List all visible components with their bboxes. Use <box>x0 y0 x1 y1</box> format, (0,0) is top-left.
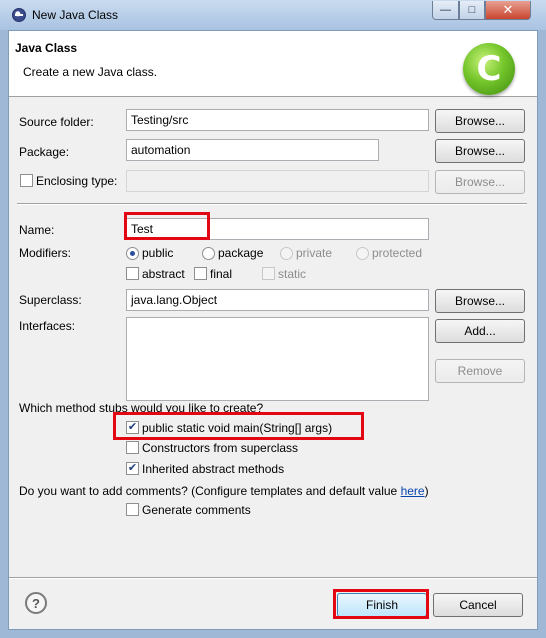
source-folder-label: Source folder: <box>19 115 94 129</box>
wizard-header: Java Class Create a new Java class. C <box>9 31 537 97</box>
modifiers-label: Modifiers: <box>19 246 72 260</box>
enclosing-type-label: Enclosing type: <box>36 174 118 188</box>
add-interface-button[interactable]: Add... <box>435 319 525 343</box>
enclosing-type-browse-button[interactable]: Browse... <box>435 170 525 194</box>
java-class-icon: C <box>463 43 515 95</box>
close-icon: ✕ <box>502 2 514 17</box>
constructors-label: Constructors from superclass <box>142 441 299 455</box>
protected-label: protected <box>372 246 423 260</box>
maximize-button[interactable]: □ <box>459 1 485 20</box>
abstract-label: abstract <box>142 267 185 281</box>
enclosing-type-checkbox[interactable] <box>20 174 33 187</box>
highlight-box-main <box>113 412 364 440</box>
final-label: final <box>210 267 233 281</box>
eclipse-icon <box>12 8 26 22</box>
separator <box>17 203 527 205</box>
interfaces-list[interactable] <box>126 317 429 401</box>
package-field[interactable]: automation <box>126 139 379 161</box>
highlight-box-name <box>124 212 210 240</box>
window-title: New Java Class <box>32 8 119 22</box>
package-browse-button[interactable]: Browse... <box>435 139 525 163</box>
package-radio[interactable] <box>202 247 215 260</box>
maximize-icon: □ <box>468 4 476 16</box>
superclass-field[interactable]: java.lang.Object <box>126 289 429 311</box>
cancel-button[interactable]: Cancel <box>433 593 523 617</box>
close-button[interactable]: ✕ <box>485 1 531 20</box>
help-icon[interactable]: ? <box>25 592 47 614</box>
generate-comments-checkbox[interactable] <box>126 503 139 516</box>
name-label: Name: <box>19 223 55 237</box>
final-checkbox[interactable] <box>194 267 207 280</box>
minimize-button[interactable]: — <box>432 1 459 20</box>
abstract-checkbox[interactable] <box>126 267 139 280</box>
comments-question: Do you want to add comments? (Configure … <box>19 484 429 498</box>
minimize-icon: — <box>440 4 451 16</box>
title-bar[interactable]: New Java Class — □ ✕ <box>0 0 546 30</box>
superclass-browse-button[interactable]: Browse... <box>435 289 525 313</box>
page-title: Java Class <box>15 41 78 55</box>
package-modifier-label: package <box>218 246 264 260</box>
superclass-label: Superclass: <box>19 293 82 307</box>
inherited-methods-label: Inherited abstract methods <box>142 462 285 476</box>
protected-radio[interactable] <box>356 247 369 260</box>
source-folder-field[interactable]: Testing/src <box>126 109 429 131</box>
static-label: static <box>278 267 307 281</box>
comments-question-text: Do you want to add comments? (Configure … <box>19 484 401 498</box>
highlight-box-finish <box>333 589 429 619</box>
interfaces-label: Interfaces: <box>19 319 76 333</box>
constructors-checkbox[interactable] <box>126 441 139 454</box>
configure-templates-link[interactable]: here <box>401 484 425 498</box>
inherited-methods-checkbox[interactable]: ✔ <box>126 462 139 475</box>
package-label: Package: <box>19 145 70 159</box>
source-folder-browse-button[interactable]: Browse... <box>435 109 525 133</box>
private-radio[interactable] <box>280 247 293 260</box>
generate-comments-label: Generate comments <box>142 503 251 517</box>
public-label: public <box>142 246 174 260</box>
footer-separator <box>9 577 537 579</box>
private-label: private <box>296 246 333 260</box>
dialog-content: Java Class Create a new Java class. C So… <box>8 30 538 630</box>
comments-question-end: ) <box>424 484 429 498</box>
dialog-window: New Java Class — □ ✕ Java Class Create a… <box>0 0 546 638</box>
remove-interface-button[interactable]: Remove <box>435 359 525 383</box>
static-checkbox[interactable] <box>262 267 275 280</box>
page-description: Create a new Java class. <box>23 65 158 79</box>
enclosing-type-field[interactable] <box>126 170 429 192</box>
public-radio[interactable] <box>126 247 139 260</box>
